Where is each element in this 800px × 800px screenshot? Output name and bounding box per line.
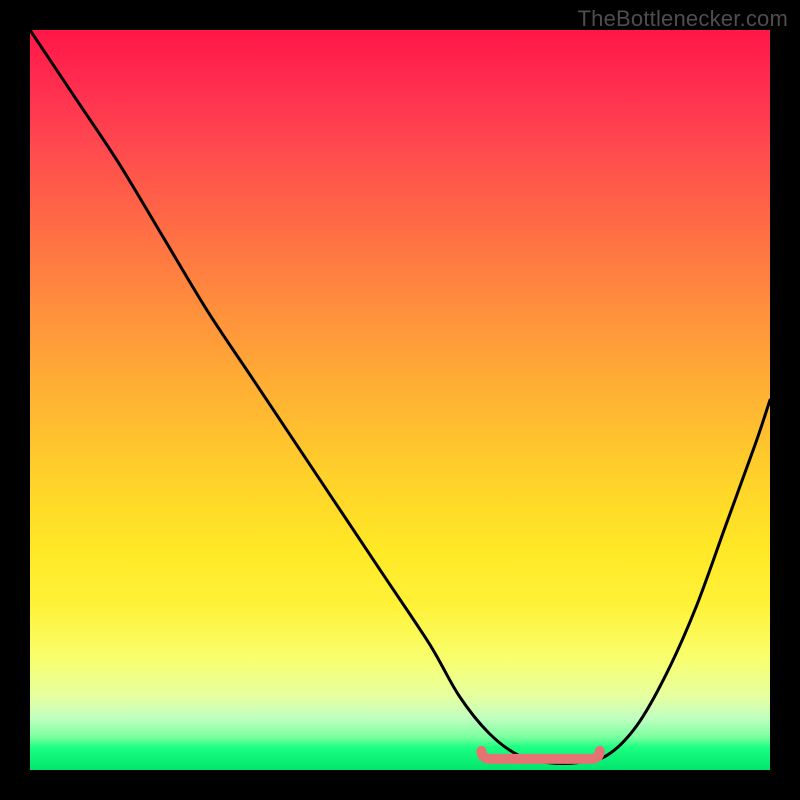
chart-stage: TheBottlenecker.com — [0, 0, 800, 800]
bottleneck-curve — [30, 30, 770, 764]
watermark-text: TheBottlenecker.com — [578, 6, 788, 32]
chart-svg — [30, 30, 770, 770]
plot-area — [30, 30, 770, 770]
chart-frame — [30, 30, 770, 770]
flat-bottom-marker — [481, 751, 599, 759]
